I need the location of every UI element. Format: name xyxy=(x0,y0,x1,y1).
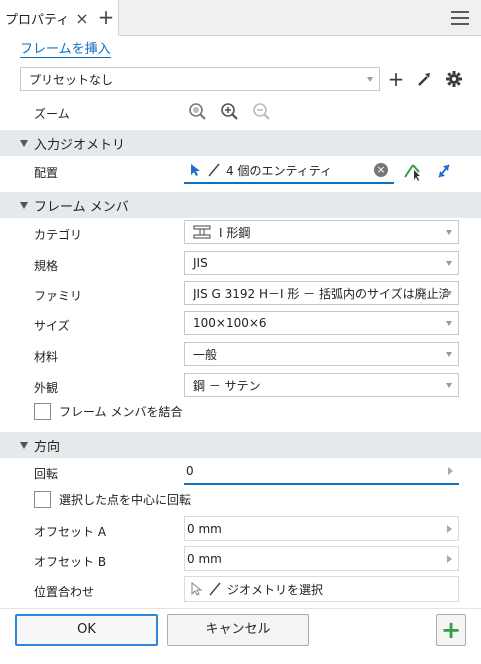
standard-value: JIS xyxy=(193,256,208,270)
chevron-down-icon xyxy=(367,77,373,82)
chevron-down-icon xyxy=(446,383,452,388)
alignment-placeholder: ジオメトリを選択 xyxy=(227,582,324,597)
add-tab-icon[interactable]: + xyxy=(96,6,116,28)
collapse-triangle-icon xyxy=(20,441,28,449)
section-title: フレーム メンバ xyxy=(34,199,129,215)
offset-a-value: 0 mm xyxy=(187,521,222,536)
tab-title: プロパティ xyxy=(5,12,70,28)
chevron-down-icon xyxy=(446,230,452,235)
collapse-triangle-icon xyxy=(20,201,28,209)
material-value: 一般 xyxy=(193,347,218,362)
offset-b-label: オフセット B xyxy=(34,555,107,569)
category-dropdown[interactable]: I 形鋼 xyxy=(184,220,459,244)
spin-arrow-icon[interactable] xyxy=(448,467,453,475)
rotation-input[interactable]: 0 xyxy=(184,459,459,485)
family-value: JIS G 3192 H－I 形 － 括弧内のサイズは廃止済 xyxy=(193,286,448,301)
appearance-label: 外観 xyxy=(34,381,59,395)
add-preset-icon[interactable]: + xyxy=(386,69,406,89)
category-value: I 形鋼 xyxy=(219,225,251,240)
insert-frame-link[interactable]: フレームを挿入 xyxy=(20,42,111,58)
collapse-triangle-icon xyxy=(20,139,28,147)
category-label: カテゴリ xyxy=(34,228,83,242)
preset-value: プリセットなし xyxy=(29,72,114,87)
pick-preset-icon[interactable] xyxy=(414,69,434,89)
material-dropdown[interactable]: 一般 xyxy=(184,342,459,366)
rotate-about-point-row[interactable]: 選択した点を中心に回転 xyxy=(34,491,191,508)
alignment-label: 位置合わせ xyxy=(34,585,95,599)
footer-divider xyxy=(0,608,481,609)
section-input-geometry[interactable]: 入力ジオメトリ xyxy=(0,130,481,156)
chevron-down-icon xyxy=(446,352,452,357)
rotate-about-point-checkbox[interactable] xyxy=(34,491,51,508)
zoom-all-icon[interactable] xyxy=(188,102,208,122)
offset-b-value: 0 mm xyxy=(187,551,222,566)
section-title: 入力ジオメトリ xyxy=(34,137,126,153)
family-label: ファミリ xyxy=(34,289,83,303)
cursor-arrow-icon xyxy=(191,582,203,596)
zoom-out-icon[interactable] xyxy=(252,102,272,122)
standard-dropdown[interactable]: JIS xyxy=(184,251,459,275)
size-label: サイズ xyxy=(34,319,70,333)
placement-value: 4 個のエンティティ xyxy=(226,163,333,178)
zoom-in-icon[interactable] xyxy=(220,102,240,122)
section-title: 方向 xyxy=(34,439,61,455)
spin-arrow-icon[interactable] xyxy=(447,554,452,563)
chevron-down-icon xyxy=(446,291,452,296)
rotation-value: 0 xyxy=(186,464,194,478)
offset-b-input[interactable]: 0 mm xyxy=(184,546,459,571)
standard-label: 規格 xyxy=(34,259,59,273)
placement-selector[interactable]: 4 個のエンティティ × xyxy=(184,158,394,184)
combine-checkbox-row[interactable]: フレーム メンバを結合 xyxy=(34,403,182,420)
appearance-value: 鋼 － サテン xyxy=(193,378,261,393)
combine-checkbox[interactable] xyxy=(34,403,51,420)
ok-button[interactable]: OK xyxy=(15,614,158,646)
family-dropdown[interactable]: JIS G 3192 H－I 形 － 括弧内のサイズは廃止済 xyxy=(184,281,459,305)
offset-a-input[interactable]: 0 mm xyxy=(184,516,459,541)
apply-add-icon[interactable]: + xyxy=(436,614,466,646)
menu-icon[interactable] xyxy=(451,9,469,25)
line-icon xyxy=(208,163,220,177)
size-dropdown[interactable]: 100×100×6 xyxy=(184,311,459,335)
chevron-down-icon xyxy=(446,261,452,266)
rotate-about-point-label: 選択した点を中心に回転 xyxy=(59,493,192,507)
material-label: 材料 xyxy=(34,350,59,364)
section-orientation[interactable]: 方向 xyxy=(0,432,481,458)
cursor-arrow-icon xyxy=(191,164,200,176)
placement-label: 配置 xyxy=(34,166,59,180)
offset-a-label: オフセット A xyxy=(34,525,107,539)
close-icon[interactable]: × xyxy=(75,9,88,28)
chain-select-icon[interactable] xyxy=(402,160,424,182)
alignment-selector[interactable]: ジオメトリを選択 xyxy=(184,576,459,602)
appearance-dropdown[interactable]: 鋼 － サテン xyxy=(184,373,459,397)
chevron-down-icon xyxy=(446,321,452,326)
gear-icon[interactable] xyxy=(444,69,464,89)
rotation-label: 回転 xyxy=(34,467,59,481)
zoom-label: ズーム xyxy=(34,107,70,121)
preset-dropdown[interactable]: プリセットなし xyxy=(20,67,380,91)
spin-arrow-icon[interactable] xyxy=(447,524,452,533)
section-frame-member[interactable]: フレーム メンバ xyxy=(0,192,481,218)
clear-selection-icon[interactable]: × xyxy=(374,163,388,177)
flip-direction-icon[interactable] xyxy=(434,160,454,182)
line-icon xyxy=(209,582,221,596)
combine-label: フレーム メンバを結合 xyxy=(59,405,183,419)
cancel-button[interactable]: キャンセル xyxy=(167,614,309,646)
i-beam-icon xyxy=(193,225,211,239)
size-value: 100×100×6 xyxy=(193,316,267,330)
